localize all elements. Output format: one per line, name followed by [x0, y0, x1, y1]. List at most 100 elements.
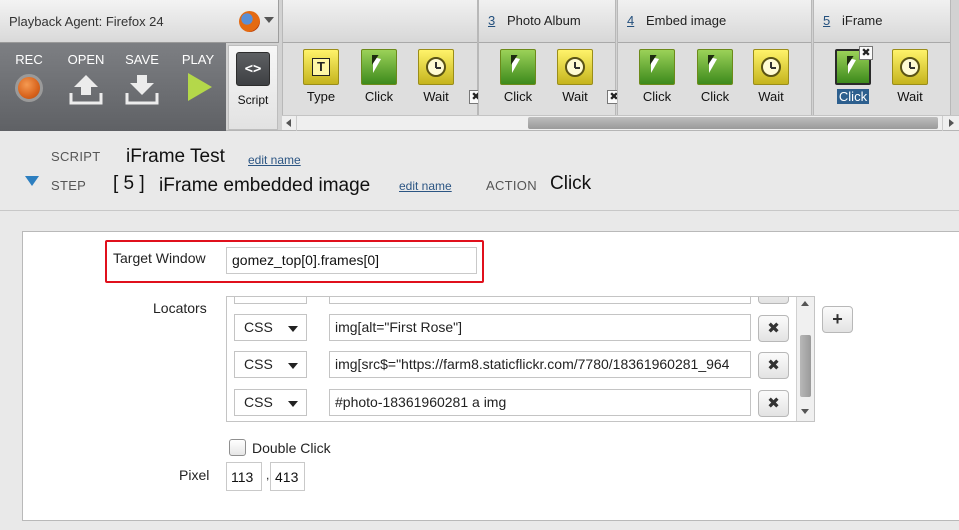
- pixel-x-input[interactable]: 113: [226, 462, 262, 491]
- script-label: Script: [237, 93, 269, 107]
- recording-controls: REC OPEN SAVE PLAY: [0, 43, 226, 131]
- locators-label: Locators: [153, 300, 207, 316]
- locator-type-select[interactable]: CSS: [234, 314, 307, 341]
- step-group-4: 4 Embed image Click Click Wait: [617, 0, 812, 115]
- close-icon[interactable]: ✖: [859, 46, 873, 60]
- upload-icon[interactable]: [68, 73, 104, 107]
- step-number: [ 5 ]: [113, 173, 145, 194]
- action-wait[interactable]: Wait: [749, 49, 793, 106]
- save-label: SAVE: [125, 52, 159, 67]
- remove-locator-button[interactable]: [758, 297, 789, 304]
- group-number[interactable]: 3: [488, 13, 495, 28]
- action-label: Wait: [758, 89, 784, 104]
- download-icon[interactable]: [124, 73, 160, 107]
- step-group-3: 3 Photo Album Click Wait ✖: [478, 0, 621, 115]
- locator-type-select[interactable]: [234, 297, 307, 304]
- scroll-down-icon[interactable]: [801, 409, 809, 414]
- pixel-y-input[interactable]: 413: [270, 462, 305, 491]
- action-click[interactable]: Click: [635, 49, 679, 106]
- locator-list: CSS img[alt="First Rose"] ✖ CSS img[src$…: [226, 296, 815, 422]
- play-label: PLAY: [181, 52, 215, 67]
- action-label: Click: [364, 89, 394, 104]
- step-info: SCRIPT iFrame Test edit name STEP [ 5 ] …: [0, 131, 959, 211]
- step-group-2: T Type Click Wait ✖: [282, 0, 483, 115]
- script-caption: SCRIPT: [51, 149, 101, 164]
- step-group-header[interactable]: 4 Embed image: [618, 0, 811, 43]
- action-wait[interactable]: Wait: [888, 49, 932, 106]
- open-label: OPEN: [67, 52, 105, 67]
- locator-value-input[interactable]: img[alt="First Rose"]: [329, 314, 751, 341]
- chevron-down-icon: [288, 401, 298, 407]
- text-icon: T: [312, 58, 330, 76]
- code-icon: <>: [236, 52, 270, 86]
- pixel-label: Pixel: [179, 467, 210, 483]
- double-click-label: Double Click: [252, 440, 331, 456]
- chevron-down-icon: [288, 363, 298, 369]
- script-button[interactable]: <> Script: [228, 45, 278, 130]
- cursor-icon: [697, 49, 733, 85]
- locator-scrollbar[interactable]: [796, 297, 814, 421]
- scrollbar-thumb[interactable]: [528, 117, 938, 129]
- locator-type-value: CSS: [244, 319, 273, 335]
- edit-script-name-link[interactable]: edit name: [248, 153, 301, 167]
- agent-selector[interactable]: Playback Agent: Firefox 24: [0, 0, 279, 43]
- group-number[interactable]: 4: [627, 13, 634, 28]
- chevron-down-icon[interactable]: [264, 17, 274, 23]
- step-group-header[interactable]: [283, 0, 477, 43]
- step-group-header[interactable]: 5 iFrame: [814, 0, 950, 43]
- action-click[interactable]: Click: [357, 49, 401, 106]
- scroll-left-icon[interactable]: [282, 116, 297, 131]
- clock-icon: [753, 49, 789, 85]
- action-label: Click: [642, 89, 672, 104]
- type-action-icon: T: [303, 49, 339, 85]
- group-number[interactable]: 5: [823, 13, 830, 28]
- toolbar: Playback Agent: Firefox 24 REC OPEN SAVE…: [0, 0, 959, 131]
- scroll-right-icon[interactable]: [942, 116, 958, 131]
- double-click-checkbox[interactable]: [229, 439, 246, 456]
- locator-value-input[interactable]: img[src$="https://farm8.staticflickr.com…: [329, 351, 751, 378]
- clock-icon: [892, 49, 928, 85]
- locator-value-input[interactable]: [329, 297, 751, 304]
- action-label: Click: [700, 89, 730, 104]
- action-label: Wait: [897, 89, 923, 104]
- action-label: Wait: [562, 89, 588, 104]
- group-name: Photo Album: [507, 13, 581, 28]
- cursor-icon: [639, 49, 675, 85]
- locator-type-value: CSS: [244, 394, 273, 410]
- add-locator-button[interactable]: +: [822, 306, 853, 333]
- remove-locator-button[interactable]: ✖: [758, 390, 789, 417]
- rec-label: REC: [15, 52, 43, 67]
- action-label: Click: [503, 89, 533, 104]
- action-value: Click: [550, 173, 592, 194]
- action-wait[interactable]: Wait: [414, 49, 458, 106]
- action-label: Wait: [423, 89, 449, 104]
- step-name: iFrame embedded image: [159, 175, 371, 196]
- cursor-icon: [361, 49, 397, 85]
- horizontal-scrollbar[interactable]: [282, 115, 959, 131]
- cursor-icon: [500, 49, 536, 85]
- play-icon[interactable]: [188, 73, 212, 101]
- target-window-input[interactable]: gomez_top[0].frames[0]: [226, 247, 477, 274]
- scrollbar-thumb[interactable]: [800, 335, 811, 397]
- step-group-header[interactable]: 3 Photo Album: [479, 0, 615, 43]
- group-name: iFrame: [842, 13, 883, 28]
- expand-toggle-icon[interactable]: [25, 176, 39, 186]
- remove-locator-button[interactable]: ✖: [758, 352, 789, 379]
- clock-icon: [557, 49, 593, 85]
- action-click[interactable]: Click: [496, 49, 540, 106]
- action-caption: ACTION: [486, 178, 537, 193]
- agent-title: Playback Agent: Firefox 24: [9, 14, 164, 29]
- action-wait[interactable]: Wait: [553, 49, 597, 106]
- action-label: Type: [306, 89, 336, 104]
- edit-step-name-link[interactable]: edit name: [399, 179, 452, 193]
- scroll-up-icon[interactable]: [801, 301, 809, 306]
- action-click[interactable]: Click: [693, 49, 737, 106]
- action-label: Click: [836, 89, 870, 104]
- action-type[interactable]: T Type: [299, 49, 343, 106]
- locator-value-input[interactable]: #photo-18361960281 a img: [329, 389, 751, 416]
- record-button[interactable]: [15, 74, 43, 102]
- remove-locator-button[interactable]: ✖: [758, 315, 789, 342]
- locator-type-select[interactable]: CSS: [234, 351, 307, 378]
- chevron-down-icon: [288, 326, 298, 332]
- locator-type-select[interactable]: CSS: [234, 389, 307, 416]
